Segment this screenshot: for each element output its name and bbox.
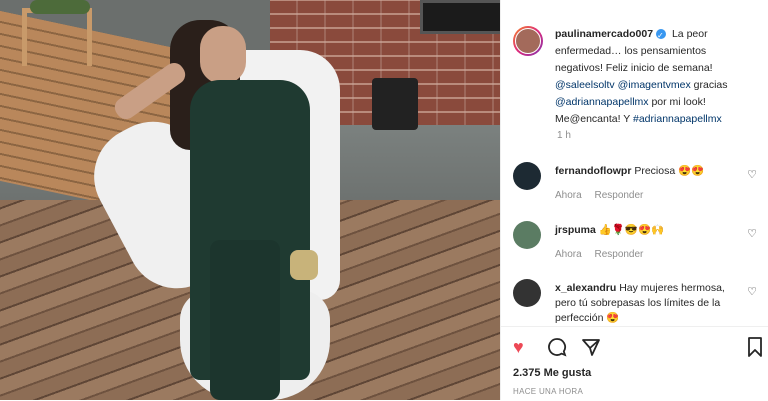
commenter-username[interactable]: fernandoflowpr: [555, 165, 631, 177]
mention-imagentvmex[interactable]: @imagentvmex: [618, 79, 691, 91]
caption: paulinamercado007 La peor enfermedad… lo…: [555, 26, 755, 128]
mention-adriannapapellmx[interactable]: @adriannapapellmx: [555, 96, 649, 108]
face: [200, 26, 246, 84]
comment-time: Ahora: [555, 190, 582, 201]
reply-button[interactable]: Responder: [594, 190, 643, 201]
wall-monitor: [420, 0, 500, 34]
heart-icon[interactable]: ♥: [513, 337, 524, 358]
verified-icon: [656, 27, 667, 44]
comment-body: 👍🌹😎😍🙌: [598, 224, 665, 236]
post-time[interactable]: 1 h: [557, 130, 571, 141]
comment-like-heart-icon[interactable]: ♡: [747, 285, 757, 298]
legs: [210, 240, 280, 400]
bookmark-icon[interactable]: [747, 337, 763, 362]
commenter-avatar[interactable]: [513, 221, 541, 249]
commenter-avatar[interactable]: [513, 162, 541, 190]
reply-button[interactable]: Responder: [594, 249, 643, 260]
comment-meta: Ahora Responder: [555, 190, 653, 201]
woman-figure: [110, 20, 320, 400]
post-panel: paulinamercado007 La peor enfermedad… lo…: [500, 0, 768, 400]
comment-meta: Ahora Responder: [555, 249, 653, 260]
comment-text-row: fernandoflowpr Preciosa 😍😍: [555, 164, 741, 179]
commenter-username[interactable]: jrspuma: [555, 224, 596, 236]
comment-body: Preciosa 😍😍: [634, 165, 705, 177]
caption-gracias: gracias: [693, 79, 728, 91]
caption-block: paulinamercado007 La peor enfermedad… lo…: [501, 0, 768, 141]
speaker: [372, 78, 418, 130]
comment-2: jrspuma 👍🌹😎😍🙌 Ahora Responder ♡: [501, 221, 768, 281]
comment-text-row: x_alexandru Hay mujeres hermosa, pero tú…: [555, 281, 741, 326]
action-bar: ♥ 2.375 Me gusta HACE UNA HORA: [501, 326, 768, 401]
comment-text-row: jrspuma 👍🌹😎😍🙌: [555, 223, 741, 238]
commenter-username[interactable]: x_alexandru: [555, 282, 616, 294]
like-count[interactable]: 2.375 Me gusta: [513, 367, 591, 379]
author-username[interactable]: paulinamercado007: [555, 28, 653, 40]
comment-icon[interactable]: [547, 337, 567, 362]
instagram-post: paulinamercado007 La peor enfermedad… lo…: [0, 0, 768, 400]
comment-like-heart-icon[interactable]: ♡: [747, 168, 757, 181]
comment-like-heart-icon[interactable]: ♡: [747, 227, 757, 240]
commenter-avatar[interactable]: [513, 279, 541, 307]
post-age: HACE UNA HORA: [513, 387, 584, 396]
wooden-stool: [22, 8, 92, 66]
plant: [30, 0, 90, 14]
comment-time: Ahora: [555, 249, 582, 260]
mention-saleelsoltv[interactable]: @saleelsoltv: [555, 79, 615, 91]
hashtag-link[interactable]: #adriannapapellmx: [633, 113, 722, 125]
share-icon[interactable]: [581, 337, 601, 362]
post-photo[interactable]: [0, 0, 500, 400]
gold-shoe: [290, 250, 318, 280]
author-avatar[interactable]: [513, 26, 543, 56]
comment-1: fernandoflowpr Preciosa 😍😍 Ahora Respond…: [501, 162, 768, 222]
